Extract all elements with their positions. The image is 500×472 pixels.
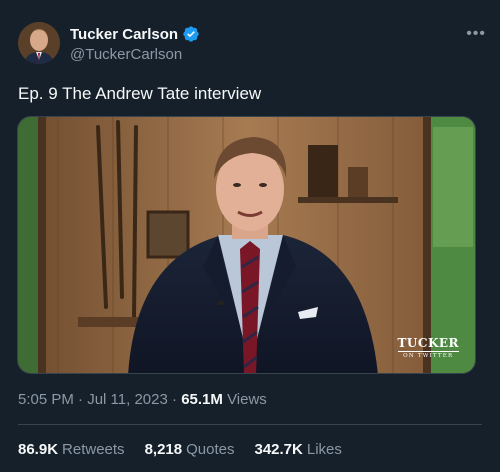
watermark-main: TUCKER — [397, 336, 459, 350]
quotes-stat[interactable]: 8,218 Quotes — [145, 441, 235, 458]
tweet-video[interactable]: TUCKER ON TWITTER — [17, 116, 476, 374]
tweet-text: Ep. 9 The Andrew Tate interview — [18, 84, 262, 103]
quotes-count: 8,218 — [144, 441, 183, 458]
author-display-name[interactable]: Tucker Carlson — [70, 26, 178, 43]
divider — [18, 424, 482, 425]
tucker-watermark-logo: TUCKER ON TWITTER — [397, 336, 459, 359]
meta-separator: · — [73, 391, 88, 408]
retweets-label: Retweets — [62, 441, 125, 458]
author-info: Tucker Carlson @TuckerCarlson — [70, 25, 200, 63]
avatar-image — [18, 22, 60, 64]
tweet-meta: 5:05 PM · Jul 11, 2023 · 65.1M Views — [18, 391, 267, 408]
likes-count: 342.7K — [254, 441, 303, 458]
more-options-icon[interactable]: ••• — [466, 26, 486, 42]
retweets-count: 86.9K — [18, 441, 59, 458]
author-name-row: Tucker Carlson — [70, 25, 200, 43]
meta-separator: · — [167, 391, 182, 408]
tweet-time[interactable]: 5:05 PM — [18, 391, 74, 408]
tweet-header: Tucker Carlson @TuckerCarlson ••• — [18, 22, 486, 68]
tweet-date[interactable]: Jul 11, 2023 — [87, 391, 168, 408]
likes-label: Likes — [306, 441, 342, 458]
author-avatar[interactable] — [18, 22, 60, 64]
watermark-sub: ON TWITTER — [397, 351, 459, 359]
likes-stat[interactable]: 342.7K Likes — [254, 441, 341, 458]
views-count: 65.1M — [181, 391, 223, 408]
verified-badge-icon[interactable] — [182, 25, 200, 43]
author-handle[interactable]: @TuckerCarlson — [70, 46, 200, 63]
retweets-stat[interactable]: 86.9K Retweets — [18, 441, 125, 458]
tweet-stats: 86.9K Retweets 8,218 Quotes 342.7K Likes — [18, 441, 342, 458]
quotes-label: Quotes — [186, 441, 235, 458]
views-label: Views — [227, 391, 267, 408]
tweet-card: Tucker Carlson @TuckerCarlson ••• Ep. 9 … — [0, 0, 500, 472]
